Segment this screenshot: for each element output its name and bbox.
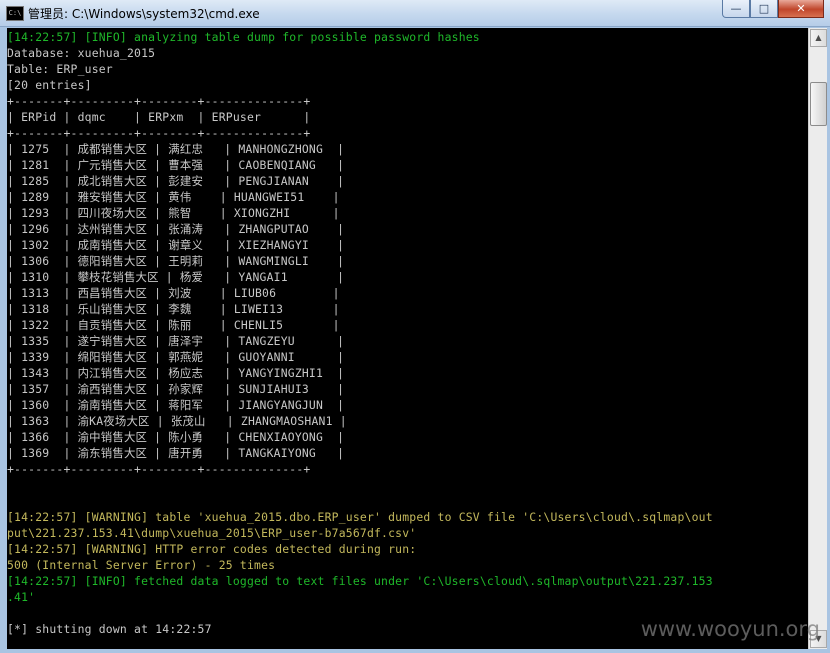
console-line: | 1360 | 渝南销售大区 | 蒋阳军 | JIANGYANGJUN | (7, 398, 345, 412)
console-line: | 1296 | 达州销售大区 | 张涌涛 | ZHANGPUTAO | (7, 222, 345, 236)
console-line: | 1366 | 渝中销售大区 | 陈小勇 | CHENXIAOYONG | (7, 430, 345, 444)
console-line: | 1369 | 渝东销售大区 | 唐开勇 | TANGKAIYONG | (7, 446, 345, 460)
scrollbar-thumb[interactable] (810, 82, 827, 126)
title-bar[interactable]: C:\ 管理员: C:\Windows\system32\cmd.exe — □… (0, 0, 830, 27)
console-line: .41' (7, 590, 36, 604)
console-line: | 1335 | 遂宁销售大区 | 唐泽宇 | TANGZEYU | (7, 334, 345, 348)
console-line: | 1306 | 德阳销售大区 | 王明莉 | WANGMINGLI | (7, 254, 345, 268)
console-line: | 1343 | 内江销售大区 | 杨应志 | YANGYINGZHI1 | (7, 366, 345, 380)
console-line: | 1293 | 四川夜场大区 | 熊智 | XIONGZHI | (7, 206, 340, 220)
console-line: | 1289 | 雅安销售大区 | 黄伟 | HUANGWEI51 | (7, 190, 340, 204)
console-line: | 1339 | 绵阳销售大区 | 郭燕妮 | GUOYANNI | (7, 350, 345, 364)
vertical-scrollbar[interactable]: ▲ ▼ (808, 28, 827, 649)
console-line: | 1357 | 渝西销售大区 | 孙家辉 | SUNJIAHUI3 | (7, 382, 345, 396)
console-line: +-------+---------+--------+------------… (7, 462, 311, 476)
close-button[interactable]: ✕ (778, 0, 824, 18)
console-line: | 1310 | 攀枝花销售大区 | 杨爱 | YANGAI1 | (7, 270, 345, 284)
console-output[interactable]: [14:22:57] [INFO] analyzing table dump f… (7, 28, 808, 649)
console-line: [14:22:57] [INFO] fetched data logged to… (7, 574, 713, 588)
console-line: [14:22:57] [INFO] analyzing table dump f… (7, 30, 480, 44)
scroll-up-arrow-icon[interactable]: ▲ (810, 29, 827, 47)
console-line: | 1302 | 成南销售大区 | 谢章义 | XIEZHANGYI | (7, 238, 345, 252)
console-line: | 1281 | 广元销售大区 | 曹本强 | CAOBENQIANG | (7, 158, 345, 172)
console-line: [20 entries] (7, 78, 92, 92)
console-lines: [14:22:57] [INFO] analyzing table dump f… (7, 29, 713, 637)
console-line: put\221.237.153.41\dump\xuehua_2015\ERP_… (7, 526, 417, 540)
console-line: | ERPid | dqmc | ERPxm | ERPuser | (7, 110, 311, 124)
console-line: [*] shutting down at 14:22:57 (7, 622, 212, 636)
console-line: | 1285 | 成北销售大区 | 彭建安 | PENGJIANAN | (7, 174, 345, 188)
console-line: | 1318 | 乐山销售大区 | 李魏 | LIWEI13 | (7, 302, 340, 316)
console-line: | 1275 | 成都销售大区 | 满红忠 | MANHONGZHONG | (7, 142, 345, 156)
cmd-app-icon[interactable]: C:\ (6, 6, 24, 21)
console-line: Table: ERP_user (7, 62, 113, 76)
console-line: [14:22:57] [WARNING] table 'xuehua_2015.… (7, 510, 713, 524)
window-controls: — □ ✕ (722, 0, 824, 18)
minimize-button[interactable]: — (722, 0, 750, 18)
console-line: | 1363 | 渝KA夜场大区 | 张茂山 | ZHANGMAOSHAN1 | (7, 414, 347, 428)
console-line: 500 (Internal Server Error) - 25 times (7, 558, 276, 572)
window-title: 管理员: C:\Windows\system32\cmd.exe (28, 7, 260, 21)
console-line: [14:22:57] [WARNING] HTTP error codes de… (7, 542, 417, 556)
watermark: www.wooyun.org (640, 617, 820, 641)
console-line: | 1313 | 西昌销售大区 | 刘波 | LIUB06 | (7, 286, 340, 300)
console-line: +-------+---------+--------+------------… (7, 94, 311, 108)
console-line: +-------+---------+--------+------------… (7, 126, 311, 140)
console-line: | 1322 | 自贡销售大区 | 陈丽 | CHENLI5 | (7, 318, 340, 332)
cmd-window: C:\ 管理员: C:\Windows\system32\cmd.exe — □… (0, 0, 830, 653)
maximize-button[interactable]: □ (750, 0, 778, 18)
console-line: Database: xuehua_2015 (7, 46, 156, 60)
